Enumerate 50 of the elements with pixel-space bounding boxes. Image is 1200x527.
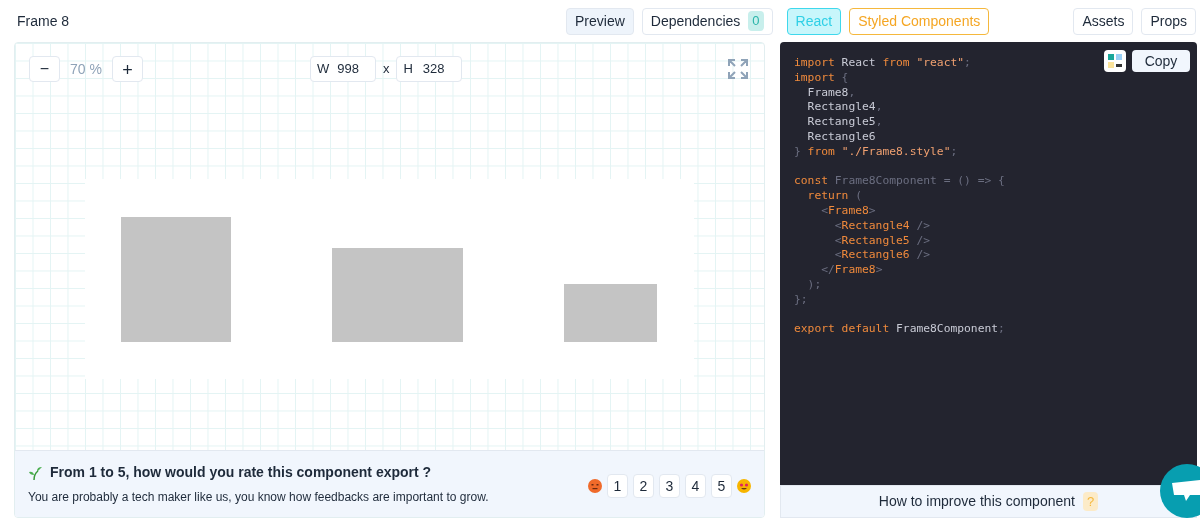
help-badge: ?	[1082, 491, 1099, 512]
height-value: 328	[422, 60, 445, 79]
code-line: export default Frame8Component;	[794, 322, 1005, 338]
rating-option[interactable]: 3	[659, 474, 680, 498]
tab[interactable]: Preview	[566, 7, 634, 35]
code-line: Rectangle6	[806, 130, 876, 145]
code-line: Rectangle4,	[806, 100, 883, 116]
zoom-level: 70 %	[70, 59, 102, 79]
rating-option[interactable]: 2	[633, 474, 654, 498]
code-line: const Frame8Component = () => {	[794, 174, 1005, 190]
code-line: <Rectangle6 />	[833, 248, 931, 264]
code-line: );	[806, 277, 822, 293]
rating-subtitle: You are probably a tech maker like us, you know how feedbacks are important to grow.	[28, 489, 490, 506]
rating-option[interactable]: 1	[607, 474, 628, 498]
code-line: <Rectangle5 />	[833, 233, 931, 249]
sprout-icon	[28, 465, 42, 480]
code-line: Rectangle5,	[806, 115, 883, 130]
tab[interactable]: Assets	[1073, 7, 1134, 35]
improve-label: How to improve this component	[878, 492, 1075, 511]
code-line: </Frame8>	[820, 263, 883, 278]
zoom-out-button[interactable]: −	[29, 56, 60, 82]
rating-question: From 1 to 5, how would you rate this component export ?	[50, 463, 432, 482]
code-line: return (	[806, 189, 863, 204]
improve-bar[interactable]: How to improve this component ?	[780, 485, 1197, 518]
code-line: import {	[794, 70, 849, 86]
tab[interactable]: Dependencies 0	[641, 7, 773, 35]
rating-option[interactable]: 4	[685, 474, 706, 498]
width-label: W	[316, 60, 330, 79]
width-field[interactable]: W 998	[309, 56, 376, 82]
code-line: } from "./Frame8.style";	[794, 144, 958, 160]
theme-icon[interactable]	[1104, 50, 1126, 72]
width-value: 998	[337, 60, 359, 79]
code-line: <Frame8>	[820, 203, 876, 219]
code-line: Frame8,	[806, 85, 856, 101]
code-line: };	[794, 292, 808, 308]
height-field[interactable]: H 328	[396, 56, 463, 82]
zoom-in-button[interactable]: +	[111, 56, 143, 82]
tab[interactable]: Props	[1141, 7, 1196, 35]
code-line: <Rectangle4 />	[833, 218, 931, 234]
code-line: import React from "react";	[794, 56, 971, 71]
times-label: x	[382, 60, 390, 79]
fullscreen-icon[interactable]	[728, 59, 748, 79]
chat-bubble-icon	[1172, 480, 1200, 502]
copy-button[interactable]: Copy	[1132, 50, 1190, 72]
frame-title: Frame 8	[17, 11, 71, 31]
rating-option[interactable]: 5	[711, 474, 732, 498]
count-badge: 0	[748, 11, 764, 31]
height-label: H	[403, 60, 413, 79]
heart-eyes-face-icon	[737, 479, 751, 493]
angry-face-icon	[588, 479, 602, 493]
